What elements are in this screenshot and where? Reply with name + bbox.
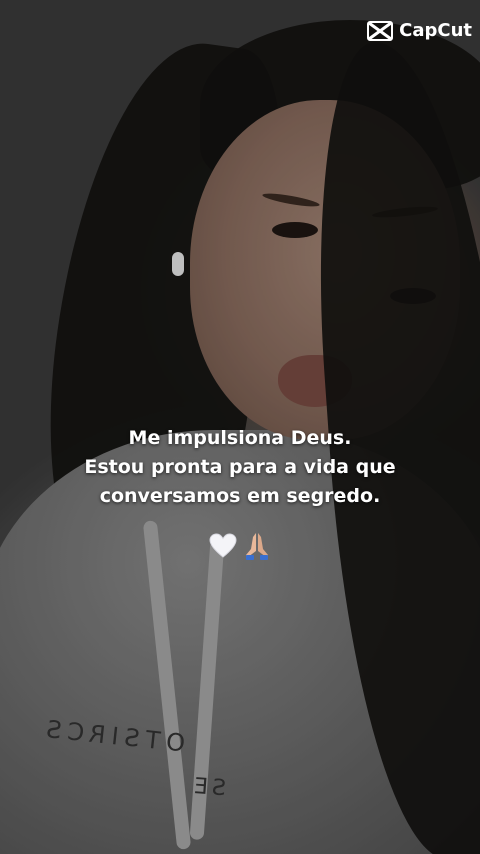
caption-line: Me impulsiona Deus. (128, 427, 352, 449)
praying-hands-icon (243, 531, 271, 561)
caption-text-block: Me impulsiona Deus. Estou pronta para a … (0, 424, 480, 511)
caption-line: conversamos em segredo. (99, 485, 381, 507)
capcut-brand-text: CapCut (399, 20, 472, 41)
video-frame[interactable]: OTSIRCS SE CapCut Me impulsiona Deus. Es… (0, 0, 480, 854)
caption-emoji-row (0, 528, 480, 561)
caption-line: Estou pronta para a vida que (84, 456, 396, 478)
white-heart-icon (209, 533, 237, 559)
capcut-logo-icon (367, 20, 394, 41)
capcut-watermark: CapCut (367, 20, 472, 41)
